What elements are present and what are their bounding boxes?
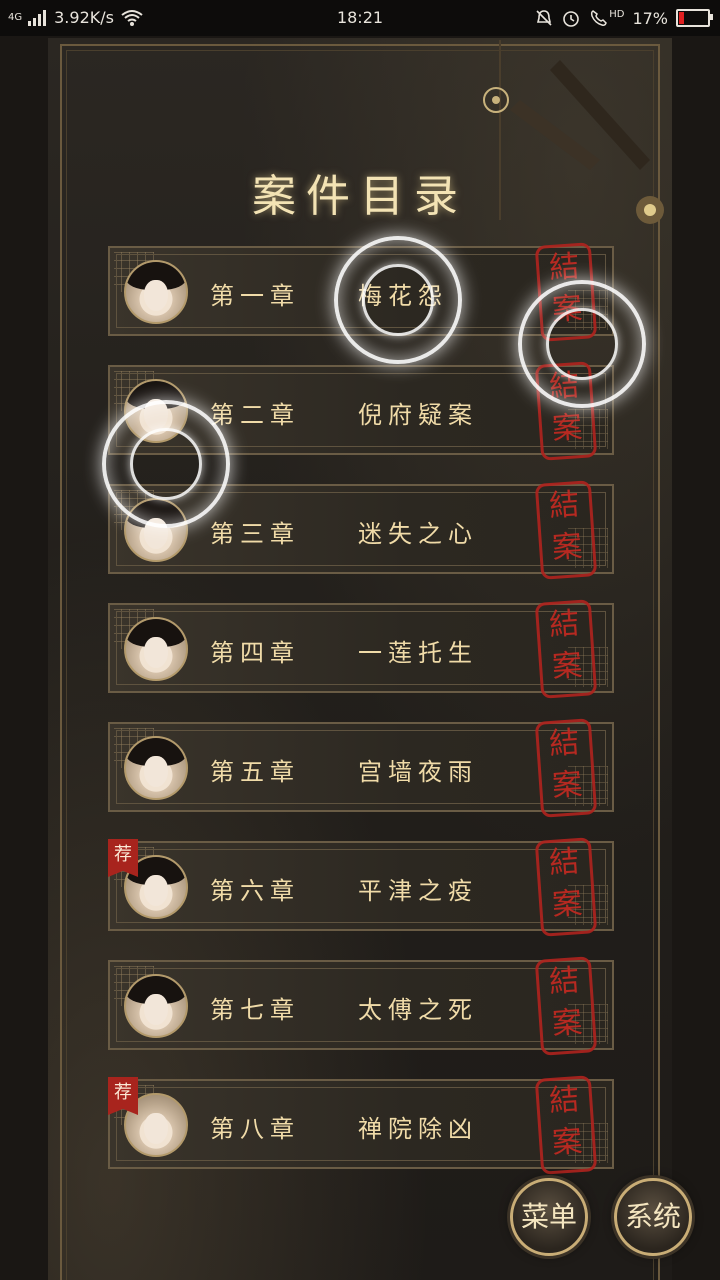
- chapter-title: 迷失之心: [358, 520, 478, 548]
- case-closed-seal: 結 案: [534, 1075, 598, 1175]
- avatar-face: [144, 994, 168, 1026]
- chapter-title: 太傅之死: [358, 996, 478, 1024]
- character-avatar: [124, 617, 188, 681]
- chapter-number: 第五章: [210, 758, 300, 786]
- battery-fill: [679, 12, 685, 24]
- avatar-face: [144, 875, 168, 907]
- highlight-ring-inner: [546, 308, 618, 380]
- chapter-number: 第三章: [210, 520, 300, 548]
- mute-bell-icon: [536, 10, 552, 26]
- avatar-face: [144, 756, 168, 788]
- case-closed-seal: 結 案: [534, 837, 598, 937]
- seal-char: 案: [551, 766, 584, 804]
- highlight-ring: [102, 400, 230, 528]
- menu-button[interactable]: 菜单: [510, 1178, 588, 1256]
- avatar-face: [144, 1113, 168, 1145]
- chapter-title: 禅院除凶: [358, 1115, 478, 1143]
- seal-char: 案: [551, 409, 584, 447]
- chapter-title: 一莲托生: [358, 639, 478, 667]
- chapter-item[interactable]: 第五章 宫墙夜雨 結 案: [108, 718, 614, 818]
- chapter-title: 平津之疫: [358, 877, 478, 905]
- status-right: HD 17%: [535, 8, 713, 28]
- seal-char: 結: [548, 963, 581, 1001]
- character-avatar: [124, 260, 188, 324]
- chapter-number: 第四章: [210, 639, 300, 667]
- character-avatar: [124, 974, 188, 1038]
- highlight-ring: [334, 236, 462, 364]
- seal-char: 結: [548, 487, 581, 525]
- battery-percent: 17%: [632, 8, 668, 28]
- battery-icon: [676, 9, 713, 27]
- case-closed-seal: 結 案: [534, 718, 598, 818]
- seal-char: 案: [551, 1004, 584, 1042]
- highlight-ring-inner: [130, 428, 202, 500]
- seal-char: 結: [548, 725, 581, 763]
- chapter-item[interactable]: 第六章 平津之疫 結 案 荐: [108, 837, 614, 937]
- seal-char: 結: [548, 1082, 581, 1120]
- chapter-number: 第六章: [210, 877, 300, 905]
- chapter-item[interactable]: 第八章 禅院除凶 結 案 荐: [108, 1075, 614, 1175]
- case-closed-seal: 結 案: [534, 480, 598, 580]
- seal-char: 案: [551, 528, 584, 566]
- seal-char: 結: [548, 844, 581, 882]
- highlight-ring: [518, 280, 646, 408]
- seal-char: 案: [551, 1123, 584, 1161]
- hd-call-icon: [591, 10, 608, 26]
- case-closed-seal: 結 案: [534, 599, 598, 699]
- chapter-number: 第一章: [210, 282, 300, 310]
- system-button[interactable]: 系统: [614, 1178, 692, 1256]
- seal-char: 案: [551, 647, 584, 685]
- seal-char: 結: [548, 606, 581, 644]
- chapter-number: 第八章: [210, 1115, 300, 1143]
- chapter-number: 第七章: [210, 996, 300, 1024]
- hanging-ornament-decoration: [483, 40, 664, 224]
- highlight-ring-inner: [362, 264, 434, 336]
- character-avatar: [124, 736, 188, 800]
- chapter-number: 第二章: [210, 401, 300, 429]
- chapter-title: 倪府疑案: [358, 401, 478, 429]
- avatar-face: [144, 637, 168, 669]
- alarm-icon: [563, 11, 580, 27]
- seal-char: 案: [551, 885, 584, 923]
- hd-label: HD: [609, 8, 625, 20]
- chapter-item[interactable]: 第七章 太傅之死 結 案: [108, 956, 614, 1056]
- case-closed-seal: 結 案: [534, 956, 598, 1056]
- chapter-title: 宫墙夜雨: [358, 758, 478, 786]
- avatar-face: [144, 280, 168, 312]
- status-bar: 4G 3.92K/s 18:21 HD 17%: [0, 0, 720, 36]
- page-title: 案件目录: [252, 171, 468, 222]
- chapter-item[interactable]: 第四章 一莲托生 結 案: [108, 599, 614, 699]
